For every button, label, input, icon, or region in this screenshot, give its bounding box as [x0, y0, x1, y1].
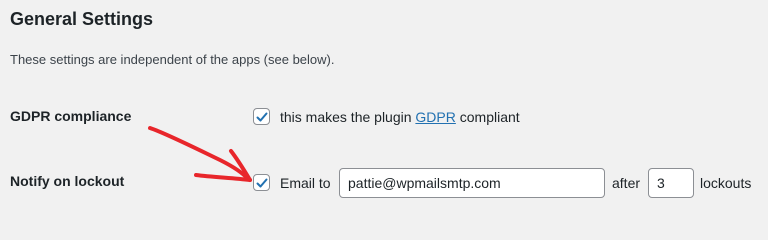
gdpr-text-after: compliant — [455, 109, 520, 125]
section-description: These settings are independent of the ap… — [10, 52, 335, 67]
gdpr-compliance-label: GDPR compliance — [10, 108, 132, 124]
gdpr-text-before: this makes the plugin — [280, 109, 416, 125]
notify-on-lockout-label: Notify on lockout — [10, 173, 125, 189]
lockout-count-input[interactable] — [648, 168, 694, 198]
checkmark-icon — [256, 112, 268, 122]
checkmark-icon — [256, 178, 268, 188]
email-to-label: Email to — [280, 175, 331, 191]
after-label: after — [612, 175, 641, 191]
gdpr-link[interactable]: GDPR — [415, 109, 455, 125]
gdpr-checkbox[interactable] — [253, 108, 270, 125]
lockouts-label: lockouts — [700, 175, 752, 191]
section-title: General Settings — [10, 9, 154, 29]
notify-checkbox[interactable] — [253, 174, 270, 191]
email-field[interactable] — [339, 168, 605, 198]
gdpr-description: this makes the plugin GDPR compliant — [280, 109, 520, 125]
